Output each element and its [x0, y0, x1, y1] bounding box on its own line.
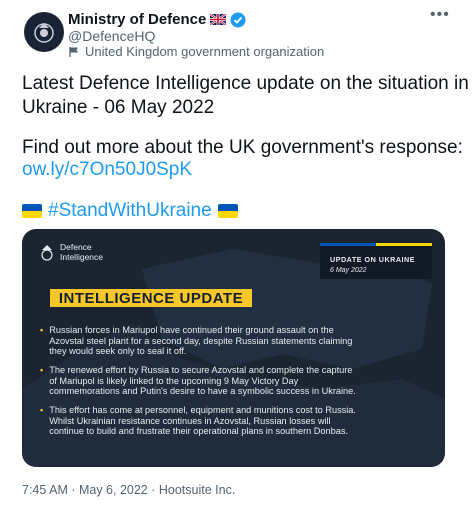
hashtag-link[interactable]: #StandWithUkraine [48, 199, 212, 223]
avatar[interactable] [24, 12, 64, 52]
affiliation-label: United Kingdom government organization [68, 44, 324, 59]
bullet-line: they would seek only to seal it off. [49, 346, 187, 356]
bullet-line: continue to build and frustrate their op… [49, 426, 349, 436]
intelligence-update-image[interactable]: Defence Intelligence UPDATE ON UKRAINE 6… [22, 229, 445, 467]
tweet-link[interactable]: ow.ly/c7On50J0SpK [22, 158, 192, 182]
tweet-text-line: Find out more about the UK government's … [22, 137, 463, 158]
author-name-row[interactable]: Ministry of Defence [68, 11, 246, 28]
author-name[interactable]: Ministry of Defence [68, 11, 206, 28]
tweet-timestamp[interactable]: 7:45 AM · May 6, 2022 · Hootsuite Inc. [22, 483, 235, 497]
bullet-line: Whilst Ukrainian resistance continues in… [49, 415, 331, 426]
tweet-text-line: Ukraine - 06 May 2022 [22, 97, 215, 118]
intelligence-update-banner: INTELLIGENCE UPDATE [50, 289, 252, 307]
update-title: UPDATE ON UKRAINE [330, 255, 416, 264]
bullet-line: This effort has come at personnel, equip… [49, 405, 356, 415]
defence-intelligence-logo: Defence Intelligence [40, 242, 104, 262]
bullet-line: of Mariupol is likely linked to the upco… [49, 375, 299, 386]
update-panel: UPDATE ON UKRAINE 6 May 2022 [320, 243, 432, 279]
government-flag-icon [69, 46, 78, 57]
ukraine-flag-icon [22, 204, 42, 218]
more-options-icon[interactable]: ••• [430, 6, 450, 24]
ukraine-flag-icon [217, 204, 238, 218]
bullet-line: Russian forces in Mariupol have continue… [49, 325, 334, 335]
crest-icon [41, 244, 53, 261]
bullet-item: • The renewed effort by Russia to secure… [40, 365, 356, 396]
bullet-line: Azovstal steel plant for a second day, d… [49, 335, 353, 346]
hashtag-row: #StandWithUkraine [22, 199, 238, 223]
logo-line: Intelligence [60, 251, 104, 262]
uk-flag-icon [210, 14, 227, 25]
tweet-text-line: Latest Defence Intelligence update on th… [22, 73, 469, 94]
bullet-item: • This effort has come at personnel, equ… [40, 405, 356, 436]
author-handle[interactable]: @DefenceHQ [68, 28, 155, 44]
verified-badge-icon [230, 12, 246, 27]
affiliation-text: United Kingdom government organization [85, 44, 325, 59]
bullet-line: The renewed effort by Russia to secure A… [49, 365, 353, 375]
bullet-line: commemorations and Putin's desire to hav… [49, 386, 356, 396]
mod-crest-icon [34, 23, 54, 43]
bullet-item: • Russian forces in Mariupol have contin… [40, 325, 353, 356]
update-date: 6 May 2022 [330, 267, 367, 274]
